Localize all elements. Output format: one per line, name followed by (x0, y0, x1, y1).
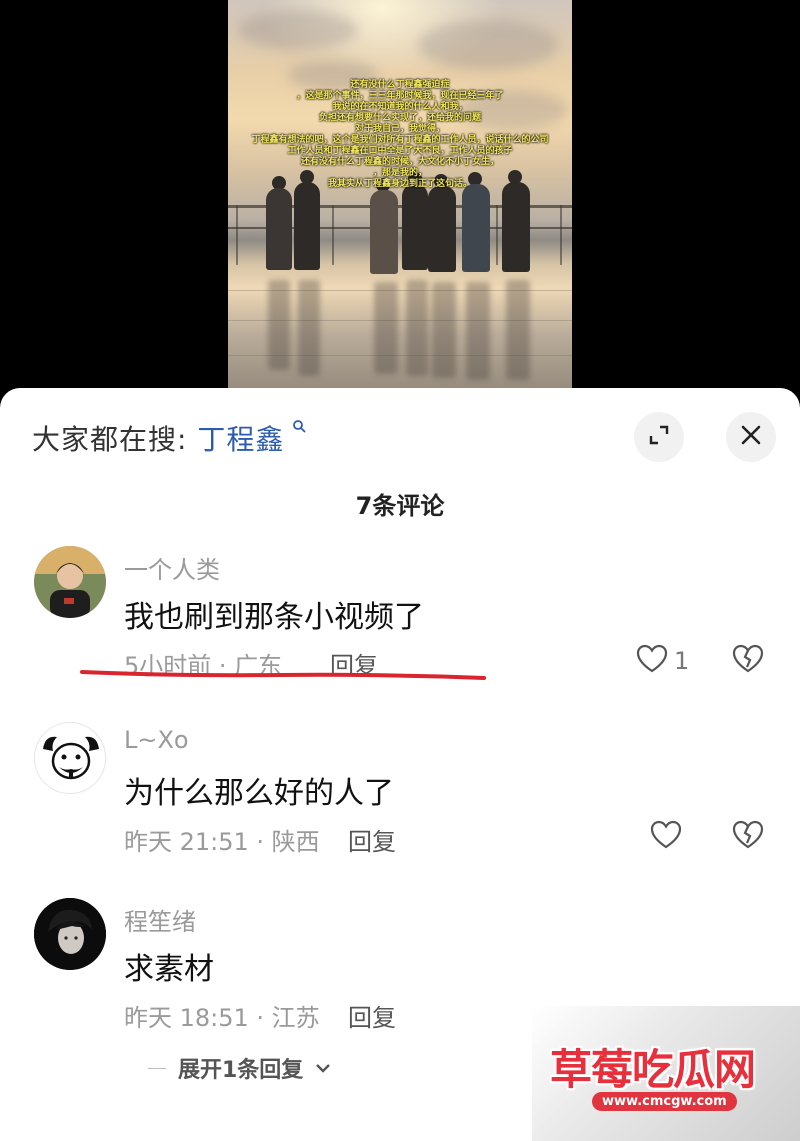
avatar[interactable] (34, 546, 106, 618)
video-player[interactable]: 还有没什么丁程鑫强迫症 ，这是那个事件，三三年那时候我，现在已经三年了 我说的在… (0, 0, 800, 400)
close-button[interactable] (726, 412, 776, 462)
avatar[interactable] (34, 898, 106, 970)
watermark-title: 草莓吃瓜网 (550, 1045, 756, 1094)
watermark-url: www.cmcgw.com (592, 1092, 737, 1111)
expand-replies-button[interactable]: 展开1条回复 (148, 1052, 331, 1084)
like-button[interactable]: 1 (636, 644, 689, 678)
comment-username[interactable]: 程笙绪 (124, 902, 196, 937)
dislike-button[interactable] (732, 644, 764, 678)
video-frame[interactable]: 还有没什么丁程鑫强迫症 ，这是那个事件，三三年那时候我，现在已经三年了 我说的在… (228, 0, 572, 400)
search-suggestion-term[interactable]: 丁程鑫 (197, 423, 284, 456)
chevron-down-icon (315, 1059, 331, 1078)
comment-username[interactable]: L~Xo (124, 726, 189, 754)
comment-text: 我也刷到那条小视频了 (124, 600, 424, 635)
reply-button[interactable]: 回复 (348, 822, 396, 857)
expand-replies-label: 展开1条回复 (178, 1058, 304, 1083)
heart-icon (650, 820, 682, 854)
red-underline-annotation (80, 670, 486, 680)
search-icon (286, 418, 306, 437)
avatar[interactable] (34, 722, 106, 794)
search-suggestion[interactable]: 大家都在搜: 丁程鑫 (32, 418, 306, 458)
comment-item: L~Xo 为什么那么好的人了 昨天 21:51 · 陕西 回复 (0, 722, 800, 892)
comment-text: 求素材 (124, 952, 214, 987)
heart-icon (636, 644, 668, 678)
comment-item: 一个人类 我也刷到那条小视频了 5小时前 · 广东 回复 1 (0, 546, 800, 716)
video-caption-overlay: 还有没什么丁程鑫强迫症 ，这是那个事件，三三年那时候我，现在已经三年了 我说的在… (251, 80, 549, 189)
comment-meta: 昨天 18:51 · 江苏 (124, 1004, 320, 1032)
expand-button[interactable] (634, 412, 684, 462)
close-icon (739, 423, 763, 451)
site-watermark: 草莓吃瓜网 www.cmcgw.com (532, 1006, 800, 1141)
broken-heart-icon (732, 644, 764, 678)
comment-username[interactable]: 一个人类 (124, 550, 220, 585)
like-count: 1 (674, 647, 690, 675)
broken-heart-icon (732, 820, 764, 854)
like-button[interactable] (650, 820, 682, 854)
comment-count: 7条评论 (355, 492, 445, 520)
search-suggestion-prefix: 大家都在搜: (32, 423, 198, 456)
expand-icon (647, 423, 671, 451)
divider-line (148, 1067, 166, 1069)
comment-meta: 昨天 21:51 · 陕西 (124, 828, 320, 856)
dislike-button[interactable] (732, 820, 764, 854)
comment-text: 为什么那么好的人了 (124, 776, 394, 811)
reply-button[interactable]: 回复 (348, 998, 396, 1033)
